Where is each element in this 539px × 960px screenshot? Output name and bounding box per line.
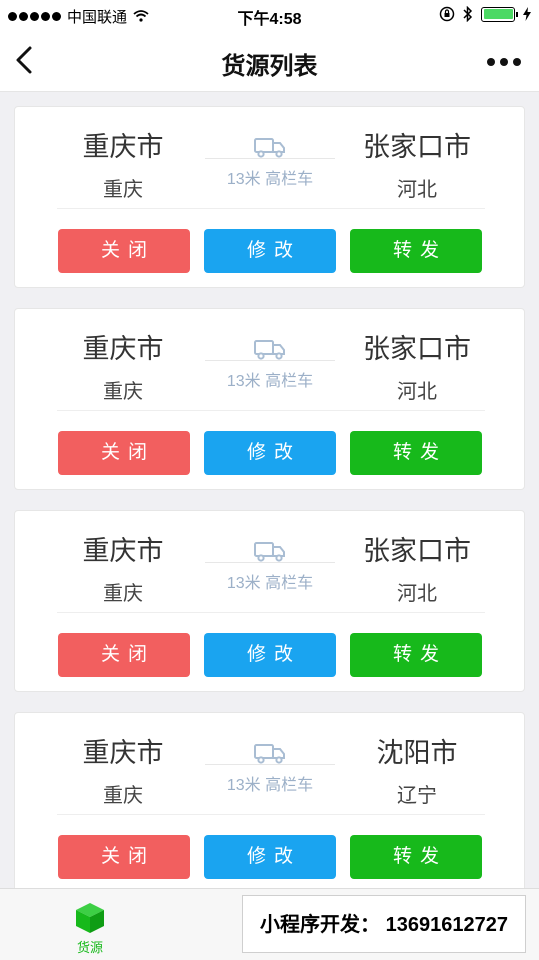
page-title: 货源列表 [221,53,318,80]
route-line [205,764,335,765]
cube-icon [76,903,104,933]
bluetooth-icon [463,6,473,22]
destination-city: 张家口市 [363,536,471,566]
origin-city: 重庆市 [82,738,164,768]
close-button[interactable]: 关闭 [58,835,190,879]
destination-province: 河北 [397,179,437,201]
forward-button[interactable]: 转发 [350,229,482,273]
origin-city: 重庆市 [82,334,164,364]
origin-city: 重庆市 [82,536,164,566]
charging-icon [523,7,531,21]
forward-button[interactable]: 转发 [350,431,482,475]
origin-province: 重庆 [103,381,143,403]
vehicle-spec: 13米 高栏车 [226,575,314,592]
status-right [439,6,531,22]
origin-province: 重庆 [103,785,143,807]
more-dots-icon [487,58,495,66]
edit-button[interactable]: 修改 [204,835,336,879]
truck-icon [254,542,285,562]
tab-cargo-label: 货源 [76,940,103,955]
truck-icon [254,138,285,158]
origin-province: 重庆 [103,583,143,605]
vehicle-spec: 13米 高栏车 [226,373,314,390]
route-line [205,360,335,361]
vehicle-spec: 13米 高栏车 [226,777,314,794]
cargo-card[interactable]: 重庆市 重庆 13米 高栏车 张家口市 河北 关闭 修改 转发 [14,106,525,288]
edit-button[interactable]: 修改 [204,229,336,273]
forward-button[interactable]: 转发 [350,835,482,879]
close-button[interactable]: 关闭 [58,229,190,273]
close-button[interactable]: 关闭 [58,431,190,475]
destination-city: 沈阳市 [376,738,458,768]
orientation-lock-icon [439,6,455,22]
forward-button[interactable]: 转发 [350,633,482,677]
card-divider [57,814,485,815]
more-button[interactable] [487,58,521,66]
close-button[interactable]: 关闭 [58,633,190,677]
card-divider [57,612,485,613]
edit-button[interactable]: 修改 [204,633,336,677]
route-line [205,158,335,159]
destination-province: 河北 [397,583,437,605]
cargo-card[interactable]: 重庆市 重庆 13米 高栏车 张家口市 河北 关闭 修改 转发 [14,510,525,692]
vehicle-spec: 13米 高栏车 [226,171,314,188]
cargo-card[interactable]: 重庆市 重庆 13米 高栏车 沈阳市 辽宁 关闭 修改 转发 [14,712,525,894]
edit-button[interactable]: 修改 [204,431,336,475]
destination-city: 张家口市 [363,334,471,364]
card-divider [57,208,485,209]
destination-city: 张家口市 [363,132,471,162]
origin-province: 重庆 [103,179,143,201]
promo-banner: 小程序开发： 13691612727 [242,895,526,953]
origin-city: 重庆市 [82,132,164,162]
truck-icon [254,340,285,360]
destination-province: 河北 [397,381,437,403]
status-bar: 中国联通 下午4:58 [0,0,539,30]
battery-icon [481,6,518,22]
cargo-card[interactable]: 重庆市 重庆 13米 高栏车 张家口市 河北 关闭 修改 转发 [14,308,525,490]
nav-bar: 货源列表 [0,30,539,92]
tab-cargo[interactable]: 货源 [20,889,160,960]
destination-province: 辽宁 [397,785,437,807]
route-line [205,562,335,563]
truck-icon [254,744,285,764]
card-divider [57,410,485,411]
